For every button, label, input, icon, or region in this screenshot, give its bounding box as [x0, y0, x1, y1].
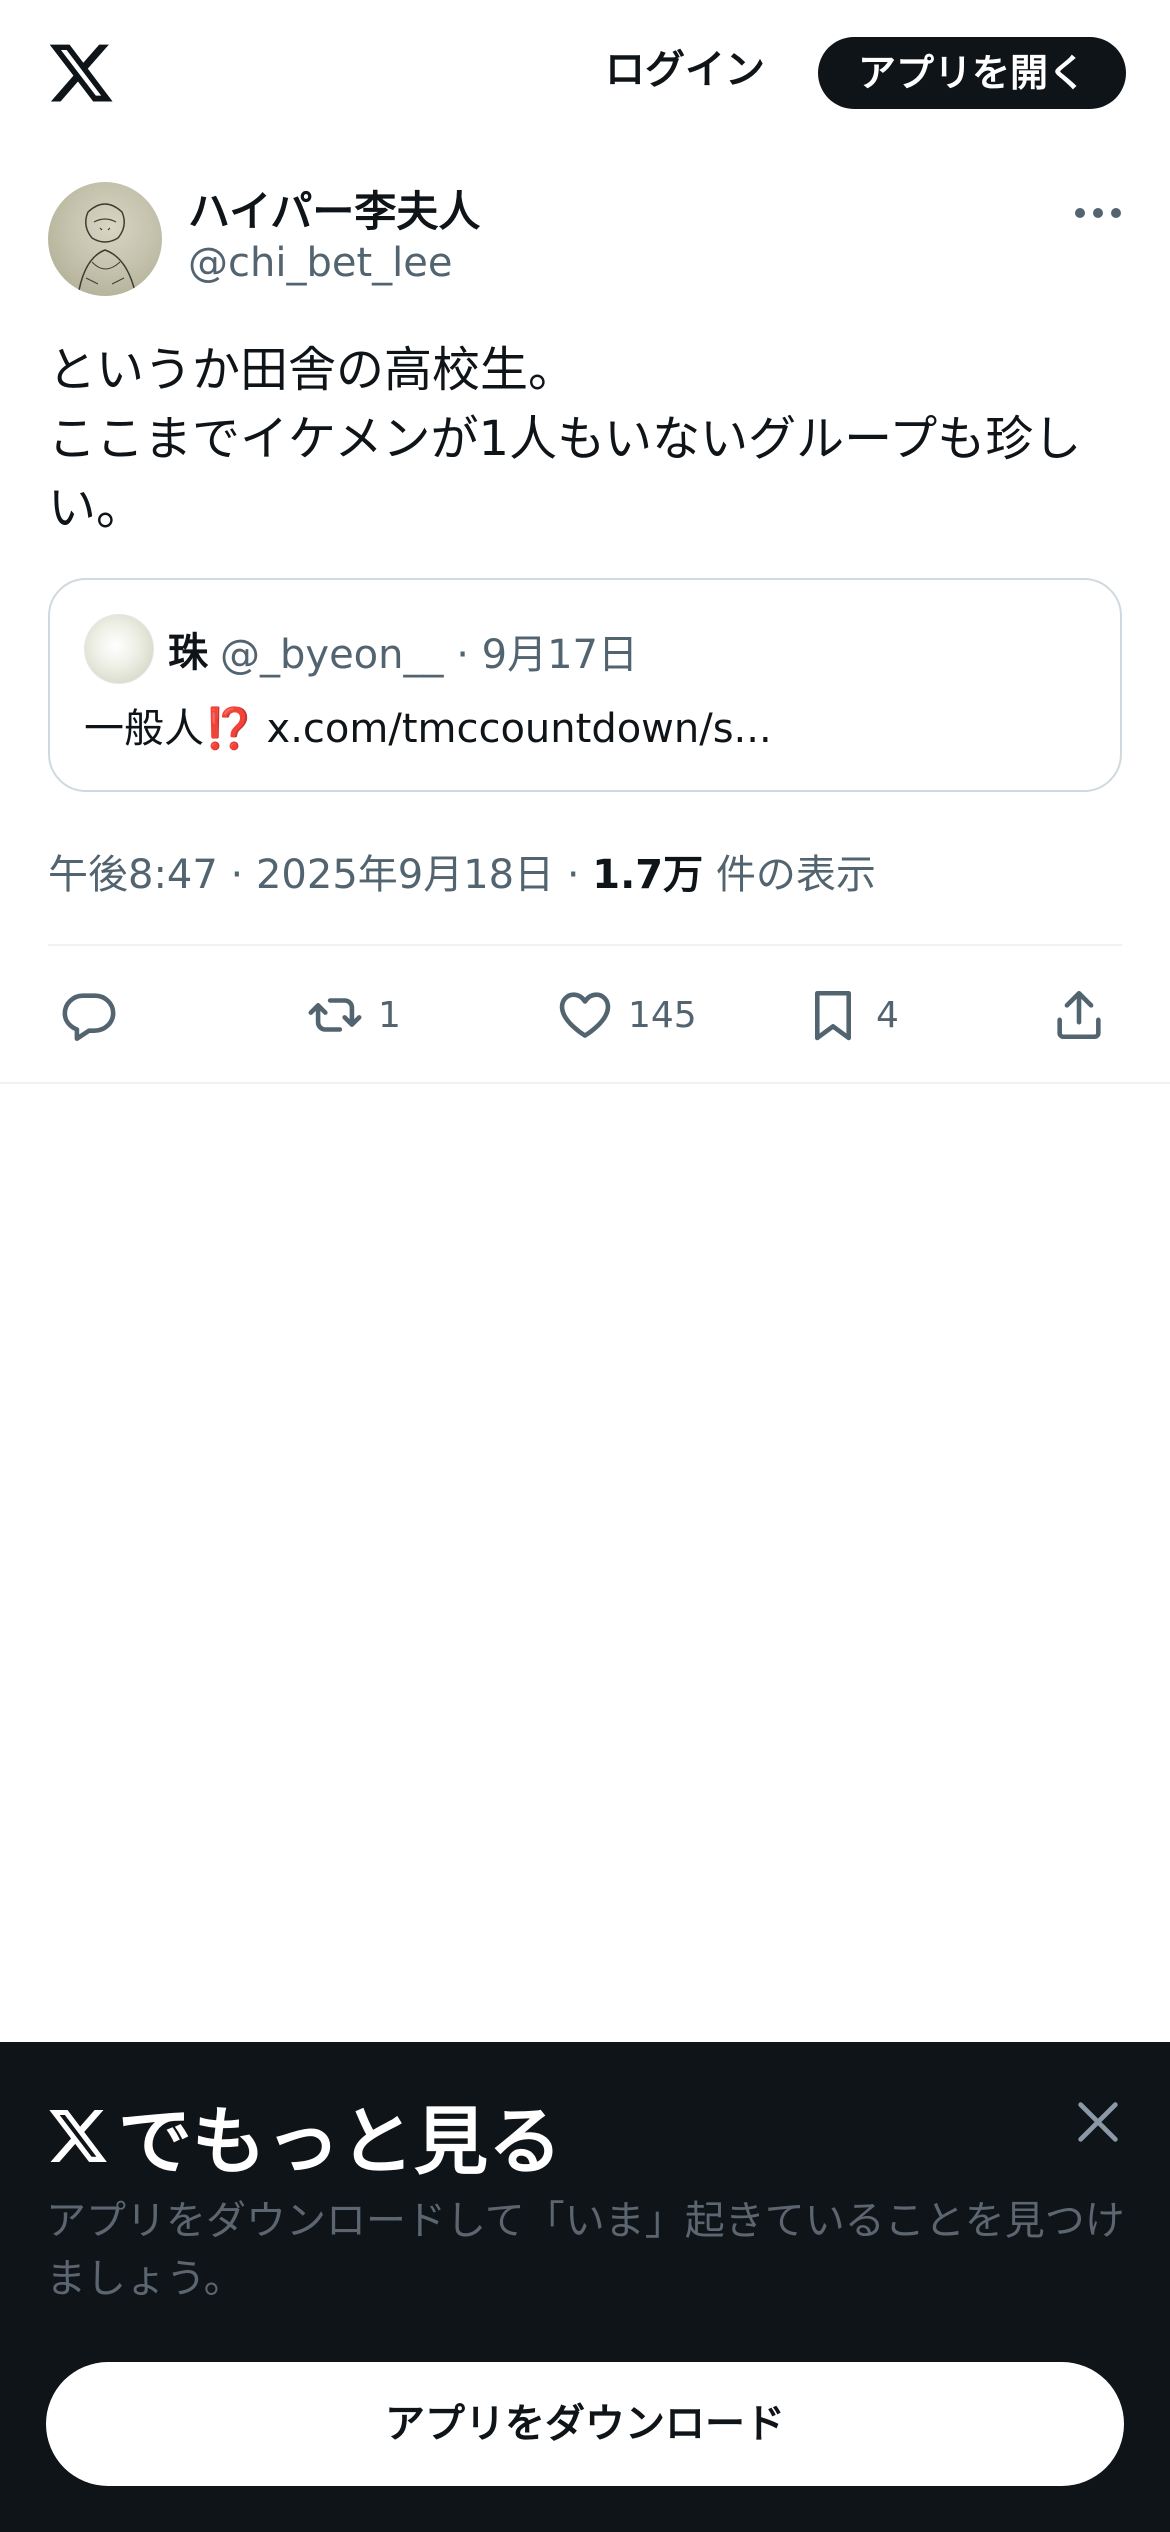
download-app-button[interactable]: アプリをダウンロード	[46, 2362, 1124, 2486]
top-bar: ログイン アプリを開く	[0, 0, 1170, 150]
author-handle[interactable]: @chi_bet_lee	[188, 240, 452, 286]
app-promo-sheet: でもっと見る アプリをダウンロードして「いま」起きていることを見つけましょう。 …	[0, 2042, 1170, 2532]
retweet-count: 1	[378, 994, 401, 1036]
bookmark-count: 4	[876, 994, 899, 1036]
view-count: 1.7万	[592, 852, 704, 898]
sheet-description: アプリをダウンロードして「いま」起きていることを見つけましょう。	[46, 2198, 1125, 2302]
quoted-author-handle-date: @_byeon__ · 9月17日	[220, 632, 638, 678]
author-avatar[interactable]	[48, 182, 162, 296]
sheet-title-text: でもっと見る	[118, 2099, 562, 2185]
retweet-button[interactable]: 1	[306, 980, 401, 1050]
quoted-author-name: 珠	[168, 630, 208, 676]
open-app-button[interactable]: アプリを開く	[818, 37, 1126, 109]
avatar-illustration	[77, 203, 137, 296]
x-logo-icon	[49, 2109, 107, 2162]
tweet-meta: 午後8:47 · 2025年9月18日 · 1.7万 件の表示	[48, 842, 876, 900]
more-options-icon[interactable]	[1070, 188, 1126, 238]
like-button[interactable]: 145	[556, 980, 697, 1050]
x-logo-icon[interactable]	[46, 38, 116, 108]
quoted-tweet-body: 一般人⁉️ x.com/tmccountdown/s...	[84, 696, 772, 754]
divider	[48, 944, 1122, 946]
bookmark-button[interactable]: 4	[804, 980, 899, 1050]
share-button[interactable]	[1050, 980, 1108, 1050]
retweet-icon	[308, 998, 362, 1032]
reply-icon	[62, 993, 116, 1041]
heart-icon	[559, 992, 611, 1038]
quoted-tweet-card[interactable]: 珠 @_byeon__ · 9月17日 一般人⁉️ x.com/tmccount…	[48, 578, 1122, 792]
author-display-name[interactable]: ハイパー李夫人	[188, 178, 480, 239]
interrobang-emoji: ⁉️	[204, 706, 254, 752]
tweet-text: というか田舎の高校生。 ここまでイケメンが1人もいないグループも珍しい。	[48, 342, 1082, 536]
tweet-timestamp[interactable]: 午後8:47 · 2025年9月18日 ·	[48, 852, 592, 898]
like-count: 145	[628, 994, 697, 1036]
quoted-author-avatar	[84, 614, 154, 684]
reply-button[interactable]	[60, 980, 118, 1050]
quoted-body-link[interactable]: x.com/tmccountdown/s...	[254, 706, 772, 752]
view-count-label: 件の表示	[703, 852, 876, 898]
bookmark-icon	[814, 990, 852, 1041]
quoted-body-text: 一般人	[84, 706, 204, 752]
login-link[interactable]: ログイン	[585, 40, 785, 100]
close-icon[interactable]	[1072, 2096, 1124, 2148]
share-icon	[1057, 990, 1101, 1040]
sheet-title: でもっと見る	[46, 2082, 562, 2189]
divider	[0, 1082, 1170, 1084]
